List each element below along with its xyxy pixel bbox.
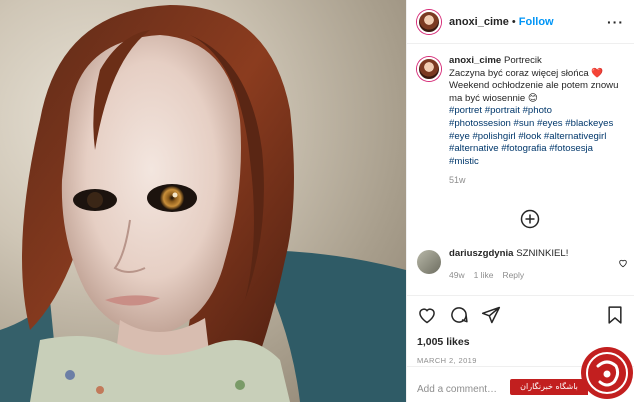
- comment-likes[interactable]: 1 like: [474, 269, 494, 282]
- caption-line: Zaczyna być coraz więcej słońca ❤️: [449, 67, 604, 79]
- caption-first-line: anoxi_cime Portrecik: [449, 55, 618, 68]
- comment-heart-icon[interactable]: [618, 258, 628, 268]
- comment-body: dariuszgdynia SZNINKIEL! 49w 1 like Repl…: [449, 248, 568, 281]
- header-separator: •: [511, 15, 516, 28]
- author-avatar[interactable]: [417, 9, 441, 34]
- action-bar: [417, 304, 625, 326]
- commenter-username[interactable]: dariuszgdynia: [449, 248, 514, 259]
- share-icon[interactable]: [481, 305, 501, 325]
- instagram-post: anoxi_cime • Follow ··· anoxi_cime Portr…: [0, 0, 634, 402]
- post-side-panel: anoxi_cime • Follow ··· anoxi_cime Portr…: [406, 0, 634, 402]
- bookmark-icon[interactable]: [605, 305, 625, 325]
- hashtag-line[interactable]: #eye #polishgirl #look #alternativegirl: [449, 131, 618, 144]
- comment-text-line: dariuszgdynia SZNINKIEL!: [449, 248, 568, 261]
- comment-age: 49w: [449, 269, 465, 280]
- caption-avatar[interactable]: [417, 57, 441, 81]
- caption-line: ma być wiosennie 😊: [449, 92, 538, 104]
- plus-circle-icon[interactable]: [520, 209, 540, 229]
- portrait-image: [0, 5, 406, 402]
- comment-meta: 49w 1 like Reply: [449, 269, 568, 282]
- caption-age: 51w: [449, 175, 466, 186]
- hashtag-line[interactable]: #alternative #fotografia #fotosesja: [449, 143, 618, 156]
- watermark-logo-icon: [581, 347, 633, 399]
- watermark-text: باشگاه خبرنگاران: [520, 382, 578, 391]
- comment-item: dariuszgdynia SZNINKIEL! 49w 1 like Repl…: [417, 248, 629, 281]
- comment-icon[interactable]: [449, 305, 469, 325]
- comment-text: SZNINKIEL!: [516, 248, 569, 259]
- post-header: anoxi_cime • Follow ···: [407, 0, 634, 44]
- follow-button[interactable]: Follow: [519, 16, 554, 28]
- hashtag-line[interactable]: #mistic: [449, 156, 618, 169]
- commenter-avatar[interactable]: [417, 250, 441, 274]
- caption-body: anoxi_cime Portrecik Zaczyna być coraz w…: [449, 55, 618, 187]
- post-photo[interactable]: [0, 0, 406, 402]
- add-comment-input[interactable]: Add a comment…: [417, 384, 497, 395]
- caption-line: Portrecik: [503, 55, 542, 66]
- author-username[interactable]: anoxi_cime: [449, 16, 509, 28]
- watermark-banner: باشگاه خبرنگاران: [510, 379, 588, 395]
- caption-line: Weekend ochłodzenie ale potem znowu: [449, 80, 619, 92]
- hashtag-line[interactable]: #photossesion #sun #eyes #blackeyes: [449, 118, 618, 131]
- reply-button[interactable]: Reply: [502, 269, 524, 282]
- post-caption: anoxi_cime Portrecik Zaczyna być coraz w…: [417, 55, 627, 187]
- heart-icon[interactable]: [417, 305, 437, 325]
- hashtag-line[interactable]: #portret #portrait #photo: [449, 105, 618, 118]
- caption-username[interactable]: anoxi_cime: [449, 55, 501, 66]
- more-options-icon[interactable]: ···: [607, 14, 624, 30]
